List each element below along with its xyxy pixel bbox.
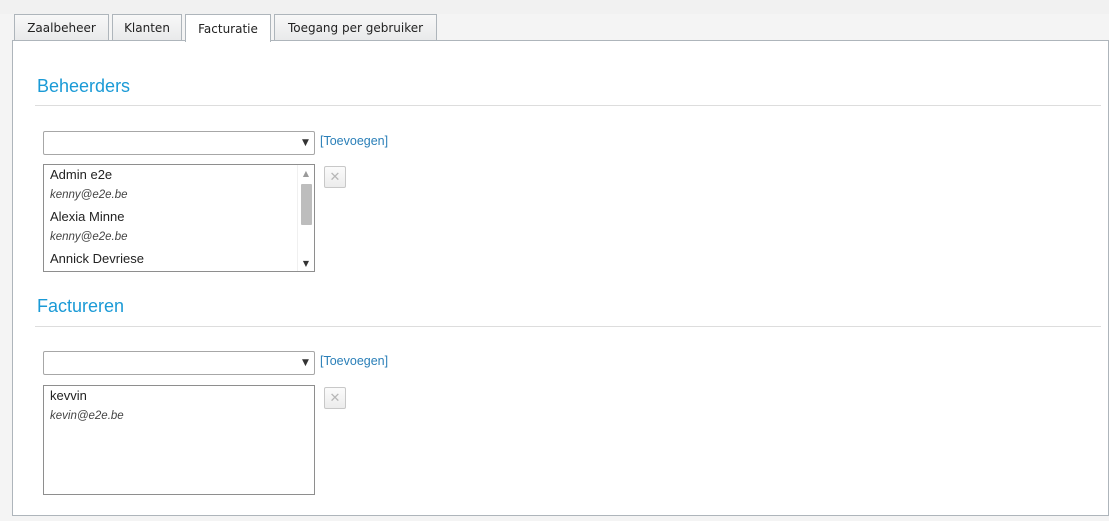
chevron-down-icon[interactable]: ▼ [297, 132, 314, 154]
beheerders-remove-button[interactable]: ✕ [324, 166, 346, 188]
tab-zaalbeheer[interactable]: Zaalbeheer [14, 14, 109, 41]
beheerders-user-select[interactable]: ▼ [43, 131, 315, 155]
list-item[interactable]: Admin e2e kenny@e2e.be [44, 165, 314, 207]
beheerders-title: Beheerders [37, 76, 131, 96]
list-item-email: kenny@e2e.be [50, 231, 128, 243]
list-item-email: kevin@e2e.be [50, 410, 124, 422]
beheerders-add-link[interactable]: [Toevoegen] [320, 134, 388, 148]
tab-toegang-per-gebruiker[interactable]: Toegang per gebruiker [274, 14, 437, 41]
list-item[interactable]: Alexia Minne kenny@e2e.be [44, 207, 314, 249]
factureren-list[interactable]: kevvin kevin@e2e.be [43, 385, 315, 495]
factureren-user-select[interactable]: ▼ [43, 351, 315, 375]
factureren-divider [35, 326, 1101, 327]
list-item[interactable]: Annick Devriese [44, 249, 314, 269]
beheerders-list[interactable]: Admin e2e kenny@e2e.be Alexia Minne kenn… [43, 164, 315, 272]
list-item[interactable]: kevvin kevin@e2e.be [44, 386, 314, 428]
list-item-name: kevvin [50, 388, 87, 403]
tab-klanten[interactable]: Klanten [112, 14, 182, 41]
factureren-title: Factureren [37, 296, 125, 316]
tab-label: Klanten [124, 21, 170, 35]
chevron-down-icon[interactable]: ▼ [297, 352, 314, 374]
list-item-name: Annick Devriese [50, 251, 144, 266]
tab-facturatie[interactable]: Facturatie [185, 14, 271, 42]
scrollbar-thumb[interactable] [301, 184, 312, 225]
factureren-add-link[interactable]: [Toevoegen] [320, 354, 388, 368]
list-item-name: Alexia Minne [50, 209, 125, 224]
top-strip [0, 0, 1109, 14]
tab-label: Facturatie [198, 21, 258, 36]
tab-bar: Zaalbeheer Klanten Facturatie Toegang pe… [14, 14, 440, 42]
scroll-up-icon[interactable]: ▲ [298, 165, 314, 181]
list-item-email: kenny@e2e.be [50, 189, 128, 201]
beheerders-divider [35, 105, 1101, 106]
close-icon: ✕ [329, 169, 341, 185]
tab-label: Toegang per gebruiker [287, 21, 424, 35]
tab-label: Zaalbeheer [27, 21, 96, 35]
scroll-down-icon[interactable]: ▼ [298, 255, 314, 271]
close-icon: ✕ [329, 390, 341, 406]
list-item-name: Admin e2e [50, 167, 113, 182]
beheerders-list-scrollbar[interactable]: ▲ ▼ [297, 165, 314, 271]
factureren-remove-button[interactable]: ✕ [324, 387, 346, 409]
